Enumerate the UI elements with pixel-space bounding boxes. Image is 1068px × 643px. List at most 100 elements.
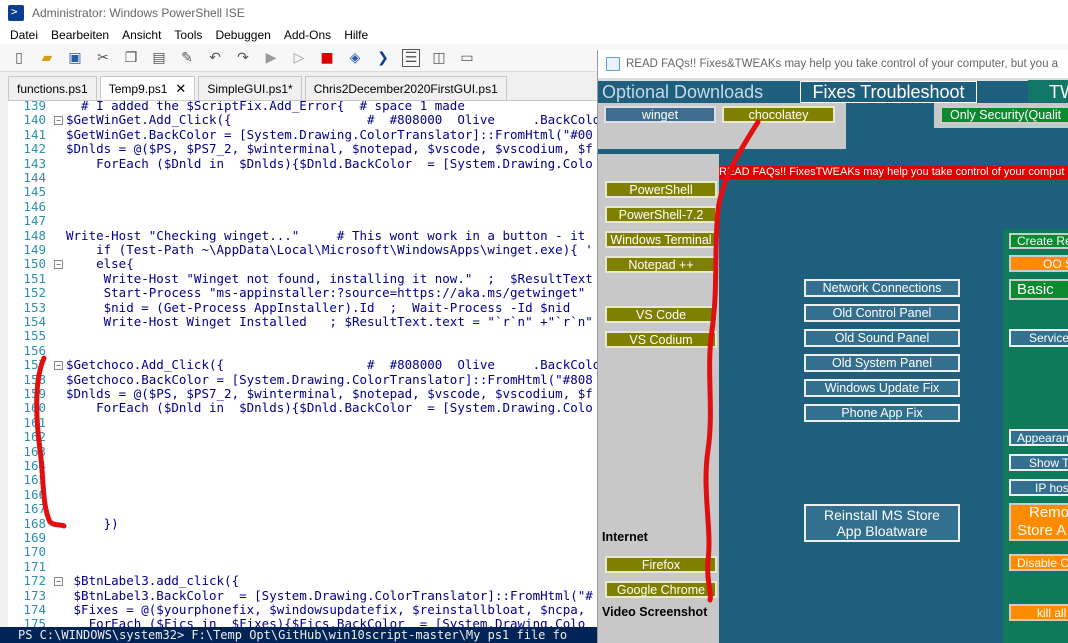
old-sound-panel-button[interactable]: Old Sound Panel <box>804 329 960 347</box>
run-icon[interactable]: ▶ <box>262 49 280 67</box>
code-line[interactable]: 140− $GetWinGet.Add_Click({ # #808000 Oli… <box>8 113 600 127</box>
tab-temp9[interactable]: Temp9.ps1 ✕ <box>99 76 196 100</box>
code-line[interactable]: 169 <box>8 531 600 545</box>
menu-bearbeiten[interactable]: Bearbeiten <box>51 28 109 42</box>
vscode-button[interactable]: VS Code <box>605 306 717 323</box>
code-line[interactable]: 142 $Dnlds = @($PS, $PS7_2, $winterminal,… <box>8 142 600 156</box>
powershell-72-button[interactable]: PowerShell-7.2 <box>605 206 717 223</box>
code-line[interactable]: 156 <box>8 343 600 358</box>
code-line[interactable]: 170 <box>8 545 600 559</box>
old-system-panel-button[interactable]: Old System Panel <box>804 354 960 372</box>
remote-powershell-icon[interactable]: ◈ <box>346 49 364 67</box>
chocolatey-button[interactable]: chocolatey <box>722 106 835 123</box>
save-icon[interactable]: ▣ <box>66 49 84 67</box>
code-line[interactable]: 167 <box>8 502 600 516</box>
code-line[interactable]: 143 ForEach ($Dnld in $Dnlds){$Dnld.Back… <box>8 156 600 171</box>
code-line[interactable]: 145 <box>8 185 600 199</box>
code-line[interactable]: 154 Write-Host Winget Installed ; $Resul… <box>8 315 600 329</box>
tab-chris2december[interactable]: Chris2December2020FirstGUI.ps1 <box>304 76 507 100</box>
show-script-max-icon[interactable]: ▭ <box>458 49 476 67</box>
kill-all-button[interactable]: kill all C <box>1009 604 1068 621</box>
code-line[interactable]: 163 <box>8 444 600 459</box>
script-editor[interactable]: 139 # I added the $ScriptFix.Add_Error{ … <box>8 100 600 627</box>
code-line[interactable]: 175 ForEach ($Fics in $Fixes){$Fics.Back… <box>8 617 600 627</box>
code-line[interactable]: 158 $Getchoco.BackColor = [System.Drawing… <box>8 372 600 387</box>
show-script-right-icon[interactable]: ◫ <box>430 49 448 67</box>
menu-datei[interactable]: Datei <box>10 28 38 42</box>
menu-tools[interactable]: Tools <box>174 28 202 42</box>
code-line[interactable]: 173 $BtnLabel3.BackColor = [System.Drawi… <box>8 588 600 603</box>
code-line[interactable]: 149 if (Test-Path ~\AppData\Local\Micros… <box>8 243 600 257</box>
cut-icon[interactable]: ✂ <box>94 49 112 67</box>
copy-icon[interactable]: ❐ <box>122 49 140 67</box>
oo-shutup-button[interactable]: OO S <box>1009 255 1068 272</box>
disable-cortana-button[interactable]: Disable C <box>1009 554 1068 571</box>
undo-icon[interactable]: ↶ <box>206 49 224 67</box>
new-file-icon[interactable]: ▯ <box>10 49 28 67</box>
code-line[interactable]: 174 $Fixes = @($yourphonefix, $windowsup… <box>8 603 600 617</box>
windows-update-fix-button[interactable]: Windows Update Fix <box>804 379 960 397</box>
services-button[interactable]: Service <box>1009 329 1068 347</box>
code-line[interactable]: 146 <box>8 199 600 214</box>
winget-button[interactable]: winget <box>604 106 716 123</box>
code-line[interactable]: 172− $BtnLabel3.add_click({ <box>8 574 600 588</box>
code-line[interactable]: 162 <box>8 430 600 444</box>
open-folder-icon[interactable]: ▰ <box>38 49 56 67</box>
only-security-button[interactable]: Only Security(Qualit <box>940 106 1068 124</box>
code-line[interactable]: 171 <box>8 559 600 574</box>
powershell-button[interactable]: PowerShell <box>605 181 717 198</box>
code-line[interactable]: 160 ForEach ($Dnld in $Dnlds){$Dnld.Back… <box>8 401 600 415</box>
clear-console-icon[interactable]: ✎ <box>178 49 196 67</box>
notepadpp-button[interactable]: Notepad ++ <box>605 256 717 273</box>
firefox-button[interactable]: Firefox <box>605 556 717 573</box>
redo-icon[interactable]: ↷ <box>234 49 252 67</box>
fold-toggle-icon[interactable]: − <box>54 361 63 371</box>
code-line[interactable]: 148 Write-Host "Checking winget..." # Thi… <box>8 228 600 243</box>
code-line[interactable]: 150− else{ <box>8 257 600 271</box>
console-pane[interactable]: PS C:\WINDOWS\system32> F:\Temp Opt\GitH… <box>0 627 600 643</box>
windows-terminal-button[interactable]: Windows Terminal <box>605 231 717 248</box>
remove-store-apps-button[interactable]: Remo Store A <box>1009 503 1068 541</box>
code-line[interactable]: 155 <box>8 329 600 343</box>
fold-toggle-icon[interactable]: − <box>54 260 63 270</box>
code-line[interactable]: 157− $Getchoco.Add_Click({ # #808000 Oliv… <box>8 358 600 372</box>
basic-tweaks-button[interactable]: Basic <box>1009 279 1068 300</box>
run-selection-icon[interactable]: ▷ <box>290 49 308 67</box>
appearance-button[interactable]: Appearan <box>1009 429 1068 446</box>
stop-icon[interactable]: ■ <box>318 49 336 67</box>
code-line[interactable]: 166 <box>8 487 600 502</box>
vscodium-button[interactable]: VS Codium <box>605 331 717 348</box>
fold-toggle-icon[interactable]: − <box>54 116 63 126</box>
network-connections-button[interactable]: Network Connections <box>804 279 960 297</box>
show-script-top-icon[interactable]: ☰ <box>402 48 420 67</box>
code-line[interactable]: 139 # I added the $ScriptFix.Add_Error{ … <box>8 101 600 113</box>
tab-functions[interactable]: functions.ps1 <box>8 76 97 100</box>
menu-ansicht[interactable]: Ansicht <box>122 28 161 42</box>
fold-toggle-icon[interactable]: − <box>54 577 63 587</box>
code-line[interactable]: 152 Start-Process "ms-appinstaller:?sour… <box>8 286 600 300</box>
code-line[interactable]: 168 }) <box>8 516 600 531</box>
code-line[interactable]: 141 $GetWinGet.BackColor = [System.Drawin… <box>8 127 600 142</box>
ip-hosts-button[interactable]: IP hos <box>1009 479 1068 496</box>
code-line[interactable]: 165 <box>8 473 600 487</box>
code-line[interactable]: 151 Write-Host "Winget not found, instal… <box>8 271 600 286</box>
menu-debuggen[interactable]: Debuggen <box>215 28 270 42</box>
old-control-panel-button[interactable]: Old Control Panel <box>804 304 960 322</box>
reinstall-ms-store-button[interactable]: Reinstall MS Store App Bloatware <box>804 504 960 542</box>
close-icon[interactable]: ✕ <box>175 81 186 97</box>
menu-addons[interactable]: Add-Ons <box>284 28 331 42</box>
phone-app-fix-button[interactable]: Phone App Fix <box>804 404 960 422</box>
show-tray-button[interactable]: Show T <box>1009 454 1068 471</box>
code-line[interactable]: 161 <box>8 415 600 430</box>
code-line[interactable]: 159 $Dnlds = @($PS, $PS7_2, $winterminal,… <box>8 387 600 401</box>
paste-icon[interactable]: ▤ <box>150 49 168 67</box>
menu-hilfe[interactable]: Hilfe <box>344 28 368 42</box>
start-powershell-icon[interactable]: ❯ <box>374 49 392 67</box>
tab-simplegui[interactable]: SimpleGUI.ps1* <box>198 76 302 100</box>
code-line[interactable]: 164 <box>8 459 600 473</box>
code-line[interactable]: 144 <box>8 171 600 185</box>
code-line[interactable]: 153 $nid = (Get-Process AppInstaller).Id… <box>8 300 600 315</box>
code-line[interactable]: 147 <box>8 214 600 228</box>
create-restore-button[interactable]: Create Re <box>1009 233 1068 249</box>
google-chrome-button[interactable]: Google Chrome <box>605 581 717 598</box>
